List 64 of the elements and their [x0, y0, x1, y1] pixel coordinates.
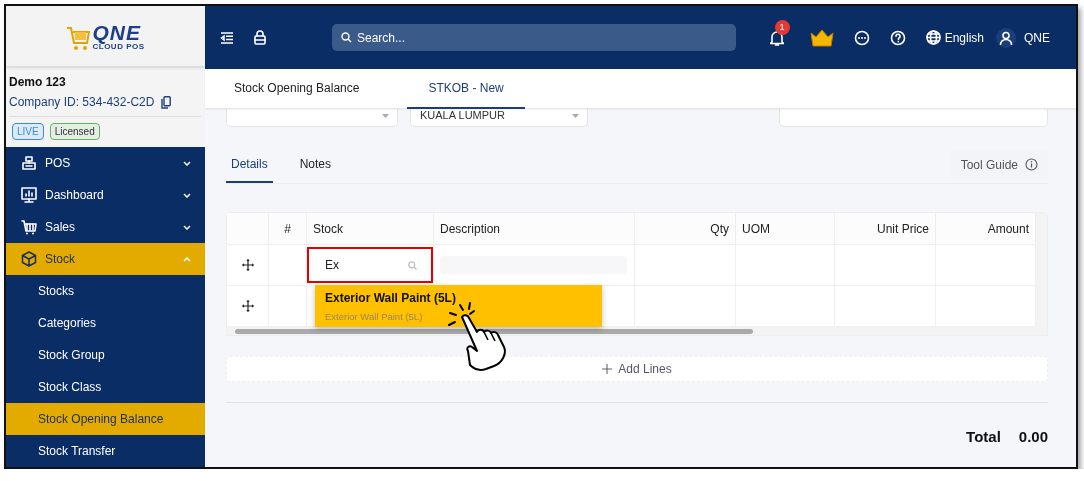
bell-icon[interactable]	[769, 29, 784, 46]
chevron-down-icon	[183, 192, 191, 198]
crown-icon[interactable]	[809, 28, 834, 47]
info-icon	[1025, 158, 1038, 171]
logo-wordmark: QNE	[92, 21, 142, 43]
detail-tab[interactable]: Notes	[294, 146, 337, 183]
status-badge: LIVE	[12, 123, 44, 140]
sidebar-item[interactable]: Categories	[6, 307, 205, 339]
column-header: Description	[434, 213, 635, 245]
drag-handle-icon[interactable]	[241, 259, 254, 271]
company-name: Demo 123	[9, 75, 67, 89]
search-field[interactable]: Search...	[332, 24, 736, 51]
column-header: Stock	[307, 213, 434, 245]
status-badge: Licensed	[49, 123, 100, 140]
item-subtitle: Exterior Wall Paint (5L)	[325, 311, 424, 322]
plus-icon	[602, 364, 613, 374]
caret-icon	[572, 114, 579, 118]
sidebar-item[interactable]: Stock Opening Balance	[6, 403, 205, 435]
column-header: Qty	[635, 213, 736, 245]
horizontal-scrollbar[interactable]	[227, 327, 1036, 335]
add-lines-button[interactable]: Add Lines	[226, 356, 1048, 382]
search-icon	[408, 260, 417, 270]
sidebar-item[interactable]: Stock Class	[6, 371, 205, 403]
select-field[interactable]: KUALA LUMPUR	[410, 109, 588, 127]
column-header: #	[269, 213, 307, 245]
user-button[interactable]: QNE	[996, 27, 1050, 48]
detail-tab[interactable]: Details	[226, 146, 273, 183]
chevron-up-icon	[183, 256, 191, 262]
sidebar-item[interactable]: Stocks	[6, 275, 205, 307]
language-button[interactable]: English	[925, 30, 984, 45]
user-icon	[999, 30, 1013, 45]
sidebar-item[interactable]: Stock Group	[6, 339, 205, 371]
drag-handle-icon[interactable]	[241, 300, 254, 312]
lock-icon[interactable]	[254, 30, 266, 45]
sidebar-item[interactable]: Stock Transfer	[6, 435, 205, 467]
total-value: 0.00	[1018, 428, 1048, 445]
item-title: Exterior Wall Paint (5L)	[325, 291, 457, 305]
caret-icon	[382, 114, 389, 118]
sidebar-item[interactable]: Sales	[6, 211, 205, 243]
collapse-menu-icon[interactable]	[220, 31, 234, 44]
cart-icon	[66, 24, 91, 51]
help-icon[interactable]	[889, 29, 906, 46]
column-header: Amount	[936, 213, 1036, 245]
sidebar-item[interactable]: POS	[6, 147, 205, 179]
chevron-down-icon	[183, 224, 191, 230]
total-label: Total	[966, 428, 1001, 445]
sidebar-item[interactable]: Dashboard	[6, 179, 205, 211]
copy-icon[interactable]	[161, 95, 172, 109]
register-icon	[21, 155, 37, 171]
monitor-chart-icon	[21, 187, 37, 203]
cube-icon	[21, 251, 37, 267]
chat-icon[interactable]	[853, 29, 870, 46]
suggestion-item[interactable]: Exterior Wall Paint (5L) Exterior Wall Paint (5L)	[315, 285, 602, 327]
search-icon	[341, 32, 352, 43]
chevron-down-icon	[183, 160, 191, 166]
sidebar-item[interactable]: Stock	[6, 243, 205, 275]
notification-badge: 1	[774, 19, 790, 35]
cart-icon	[21, 219, 37, 235]
column-header: UOM	[736, 213, 835, 245]
page-tab[interactable]: Stock Opening Balance	[212, 69, 382, 109]
stock-search-field[interactable]: Ex	[307, 247, 433, 283]
globe-icon	[925, 30, 941, 45]
column-header: Unit Price	[835, 213, 936, 245]
company-id: Company ID: 534-432-C2D	[9, 95, 155, 109]
